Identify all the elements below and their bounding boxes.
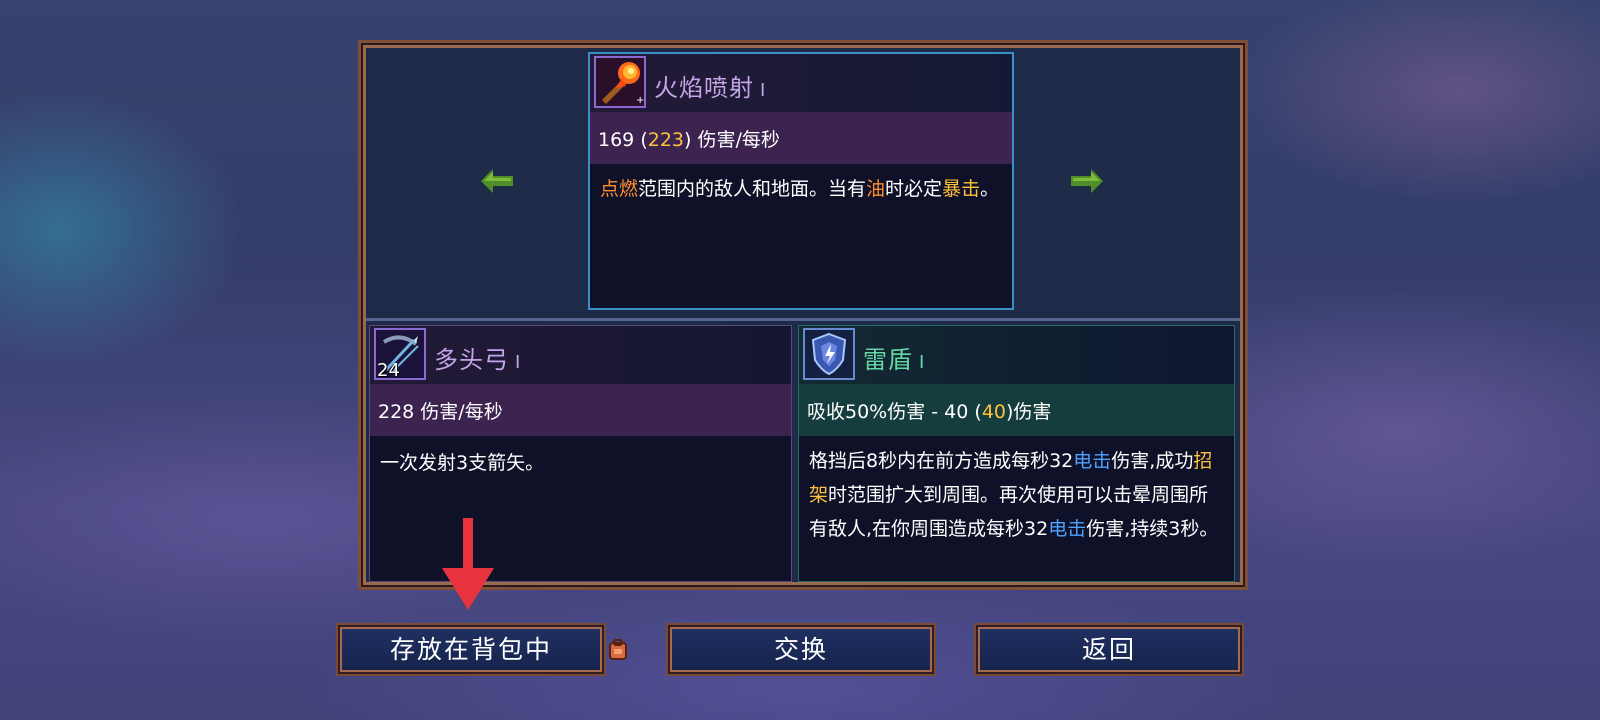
next-arrow-icon[interactable] xyxy=(1071,169,1103,193)
paren-open: ( xyxy=(640,129,648,151)
thunder-shield-icon xyxy=(803,328,855,380)
damage-stat: 169 (223) 伤害/每秒 xyxy=(590,112,1012,164)
card-header: 雷盾 I xyxy=(799,326,1234,384)
damage-stat: 吸收50%伤害 - 40 (40)伤害 xyxy=(799,384,1234,436)
item-name-text: 火焰喷射 xyxy=(654,74,754,102)
back-button[interactable]: 返回 xyxy=(978,627,1240,672)
keyword-shock: 电击 xyxy=(1048,518,1087,540)
item-level: I xyxy=(760,80,767,101)
item-name-text: 雷盾 xyxy=(863,346,913,374)
flamethrower-icon: + xyxy=(594,56,646,108)
dps-unit: 伤害/每秒 xyxy=(697,129,780,151)
store-in-backpack-button[interactable]: 存放在背包中 xyxy=(340,627,602,672)
damage-unit: 伤害 xyxy=(1013,401,1052,423)
svg-text:+: + xyxy=(636,95,644,106)
desc-text: 时必定 xyxy=(885,178,943,200)
desc-text: 格挡后8秒内在前方造成每秒32 xyxy=(809,450,1074,472)
item-description: 一次发射3支箭矢。 xyxy=(380,452,545,474)
weapon-swap-panel: + 火焰喷射 I 169 (223) 伤害/每秒 点燃范围内的敌人和地面。当有油时… xyxy=(363,45,1243,585)
desc-text: 伤害,成功 xyxy=(1111,450,1194,472)
equipped-weapon-card-right[interactable]: 雷盾 I 吸收50%伤害 - 40 (40)伤害 格挡后8秒内在前方造成每秒32电… xyxy=(798,325,1235,582)
item-name: 多头弓 I xyxy=(434,340,521,375)
previous-arrow-icon[interactable] xyxy=(481,169,513,193)
panel-divider xyxy=(366,318,1240,321)
paren-open: ( xyxy=(974,401,982,423)
equipped-weapon-card-left[interactable]: 24 多头弓 I 228 伤害/每秒 一次发射3支箭矢。 xyxy=(369,325,792,582)
desc-text: 。 xyxy=(980,178,1000,200)
desc-text: 范围内的敌人和地面。当有 xyxy=(638,178,867,200)
item-name: 雷盾 I xyxy=(863,340,925,375)
item-level: I xyxy=(919,352,926,373)
card-header: + 火焰喷射 I xyxy=(590,54,1012,112)
card-header: 24 多头弓 I xyxy=(370,326,791,384)
damage-bonus: 40 xyxy=(981,401,1006,423)
item-description: 格挡后8秒内在前方造成每秒32电击伤害,成功招架时范围扩大到周围。再次使用可以击… xyxy=(809,444,1224,546)
backpack-icon xyxy=(609,639,627,660)
new-weapon-card[interactable]: + 火焰喷射 I 169 (223) 伤害/每秒 点燃范围内的敌人和地面。当有油时… xyxy=(588,52,1014,310)
keyword-oil: 油 xyxy=(866,178,886,200)
dps-bonus: 223 xyxy=(647,129,684,151)
multiple-bow-icon: 24 xyxy=(374,328,426,381)
item-description: 点燃范围内的敌人和地面。当有油时必定暴击。 xyxy=(600,174,1002,205)
paren-close: ) xyxy=(684,129,692,151)
keyword-shock: 电击 xyxy=(1073,450,1112,472)
ammo-count: 24 xyxy=(377,360,400,381)
desc-text: 伤害,持续3秒。 xyxy=(1086,518,1219,540)
pointer-arrow-icon xyxy=(442,518,494,610)
damage-stat: 228 伤害/每秒 xyxy=(370,384,791,436)
item-name: 火焰喷射 I xyxy=(654,68,766,103)
keyword-crit: 暴击 xyxy=(942,178,981,200)
item-name-text: 多头弓 xyxy=(434,346,509,374)
absorb-text: 吸收50%伤害 - 40 xyxy=(807,401,975,423)
item-level: I xyxy=(515,352,522,373)
dps-base: 169 xyxy=(598,129,635,151)
keyword-ignite: 点燃 xyxy=(600,178,639,200)
swap-button[interactable]: 交换 xyxy=(670,627,932,672)
